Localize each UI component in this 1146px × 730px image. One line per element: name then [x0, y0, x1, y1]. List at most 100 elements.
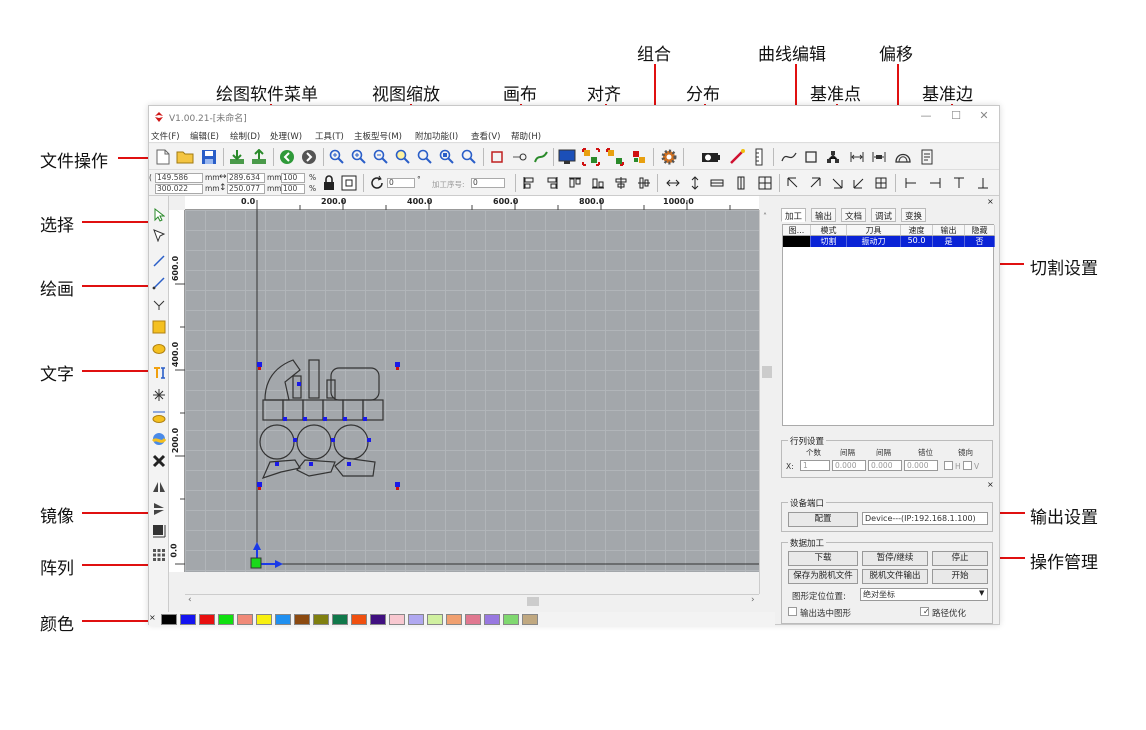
frame-icon[interactable] [487, 147, 507, 167]
mirror-corner-icon[interactable] [150, 522, 168, 540]
ref-center-icon[interactable] [339, 173, 359, 193]
tab-process[interactable]: 加工 [781, 208, 807, 222]
scroll-left-icon[interactable]: ‹ [188, 595, 192, 605]
ungroup-icon[interactable] [605, 147, 625, 167]
array-gap1-field[interactable]: 0.000 [832, 460, 866, 471]
properties-panel-icon[interactable] [917, 147, 937, 167]
node-select-icon[interactable] [150, 226, 168, 244]
line-tool-icon[interactable] [150, 252, 168, 270]
canvas-vertical-scrollbar[interactable]: ˄ [759, 210, 773, 594]
zoom-in-icon[interactable] [349, 147, 369, 167]
ruler-tool-icon[interactable] [749, 147, 769, 167]
ref-bottom-right-icon[interactable] [827, 173, 847, 193]
download-button[interactable]: 下载 [788, 551, 858, 566]
ellipse-draw-icon[interactable] [150, 340, 168, 358]
tab-debug[interactable]: 调试 [871, 208, 897, 222]
device-port-field[interactable]: Device---(IP:192.168.1.100) [862, 512, 988, 525]
color-swatch[interactable] [218, 614, 234, 625]
maximize-button[interactable]: ☐ [945, 109, 967, 125]
scroll-thumb[interactable] [762, 366, 772, 378]
layer-color-cell[interactable] [783, 236, 811, 247]
settings-gear-icon[interactable] [659, 147, 679, 167]
star-point-icon[interactable] [150, 386, 168, 404]
menu-process[interactable]: 处理(W) [270, 130, 302, 142]
space-h-icon[interactable] [847, 147, 867, 167]
menu-tools[interactable]: 工具(T) [315, 130, 344, 142]
scroll-thumb[interactable] [527, 597, 539, 606]
layer-tool-cell[interactable]: 振动刀 [847, 236, 901, 247]
tab-output[interactable]: 输出 [811, 208, 837, 222]
scale-x-field[interactable]: 100 [281, 173, 305, 183]
minimize-button[interactable]: — [915, 109, 937, 125]
zoom-out-icon[interactable] [371, 147, 391, 167]
array-mirror-v-checkbox[interactable] [963, 461, 972, 470]
curve-tool-icon[interactable] [150, 296, 168, 314]
lock-ratio-icon[interactable] [319, 173, 339, 193]
output-selected-checkbox[interactable] [788, 607, 797, 616]
ref-edge-bottom-icon[interactable] [973, 173, 993, 193]
pause-resume-button[interactable]: 暂停/继续 [862, 551, 928, 566]
palette-close-icon[interactable]: × [149, 613, 156, 622]
color-swatch[interactable] [484, 614, 500, 625]
text-tool-icon[interactable] [150, 364, 168, 382]
same-width-icon[interactable] [707, 173, 727, 193]
menu-draw[interactable]: 绘制(D) [230, 130, 260, 142]
height-field[interactable]: 250.077 [227, 184, 265, 194]
ref-edge-left-icon[interactable] [901, 173, 921, 193]
seq-field[interactable]: 0 [471, 178, 505, 188]
menu-edit[interactable]: 编辑(E) [190, 130, 219, 142]
config-button[interactable]: 配置 [788, 512, 858, 527]
position-select[interactable]: 绝对坐标 [860, 588, 988, 601]
menu-view[interactable]: 查看(V) [471, 130, 500, 142]
zoom-window-icon[interactable] [415, 147, 435, 167]
start-button[interactable]: 开始 [932, 569, 988, 584]
path-sim-icon[interactable] [531, 147, 551, 167]
same-height-icon[interactable] [731, 173, 751, 193]
panel-close-icon[interactable]: × [987, 197, 994, 206]
path-optimize-checkbox[interactable]: ✓ [920, 607, 929, 616]
rectangle-draw-icon[interactable] [150, 318, 168, 336]
rotate-icon[interactable] [367, 173, 387, 193]
stop-button[interactable]: 停止 [932, 551, 988, 566]
offline-file-output-button[interactable]: 脱机文件输出 [862, 569, 928, 584]
bitmap-tool-icon[interactable] [150, 430, 168, 448]
undo-icon[interactable] [277, 147, 297, 167]
export-icon[interactable] [249, 147, 269, 167]
color-swatch[interactable] [180, 614, 196, 625]
color-swatch[interactable] [427, 614, 443, 625]
menu-file[interactable]: 文件(F) [151, 130, 180, 142]
align-center-v-icon[interactable] [611, 173, 631, 193]
distribute-h-icon[interactable] [663, 173, 683, 193]
open-folder-icon[interactable] [175, 147, 195, 167]
monitor-icon[interactable] [557, 147, 577, 167]
laser-dot-icon[interactable] [509, 147, 529, 167]
mirror-v-icon[interactable] [150, 500, 168, 518]
ref-top-left-icon[interactable] [783, 173, 803, 193]
color-swatch[interactable] [313, 614, 329, 625]
array-grid-icon[interactable] [150, 546, 168, 564]
canvas-horizontal-scrollbar[interactable]: ‹ › [185, 594, 759, 608]
panel-close-icon[interactable]: × [987, 480, 994, 489]
space-w-icon[interactable] [869, 147, 889, 167]
scroll-up-icon[interactable]: ˄ [763, 212, 767, 221]
y-position-field[interactable]: 300.022 [155, 184, 203, 194]
menu-board-model[interactable]: 主板型号(M) [354, 130, 402, 142]
color-swatch[interactable] [275, 614, 291, 625]
array-gap2-field[interactable]: 0.000 [868, 460, 902, 471]
group-select-icon[interactable] [629, 147, 649, 167]
ref-edge-top-icon[interactable] [949, 173, 969, 193]
color-swatch[interactable] [408, 614, 424, 625]
x-position-field[interactable]: 149.586 [155, 173, 203, 183]
width-field[interactable]: 289.634 [227, 173, 265, 183]
magic-wand-icon[interactable] [727, 147, 747, 167]
zoom-select-icon[interactable] [459, 147, 479, 167]
import-icon[interactable] [227, 147, 247, 167]
align-left-icon[interactable] [519, 173, 539, 193]
zoom-pan-icon[interactable] [327, 147, 347, 167]
color-swatch[interactable] [370, 614, 386, 625]
color-swatch[interactable] [465, 614, 481, 625]
menu-extras[interactable]: 附加功能(I) [415, 130, 458, 142]
scale-y-field[interactable]: 100 [281, 184, 305, 194]
layer-output-cell[interactable]: 是 [933, 236, 965, 247]
distribute-v-icon[interactable] [685, 173, 705, 193]
